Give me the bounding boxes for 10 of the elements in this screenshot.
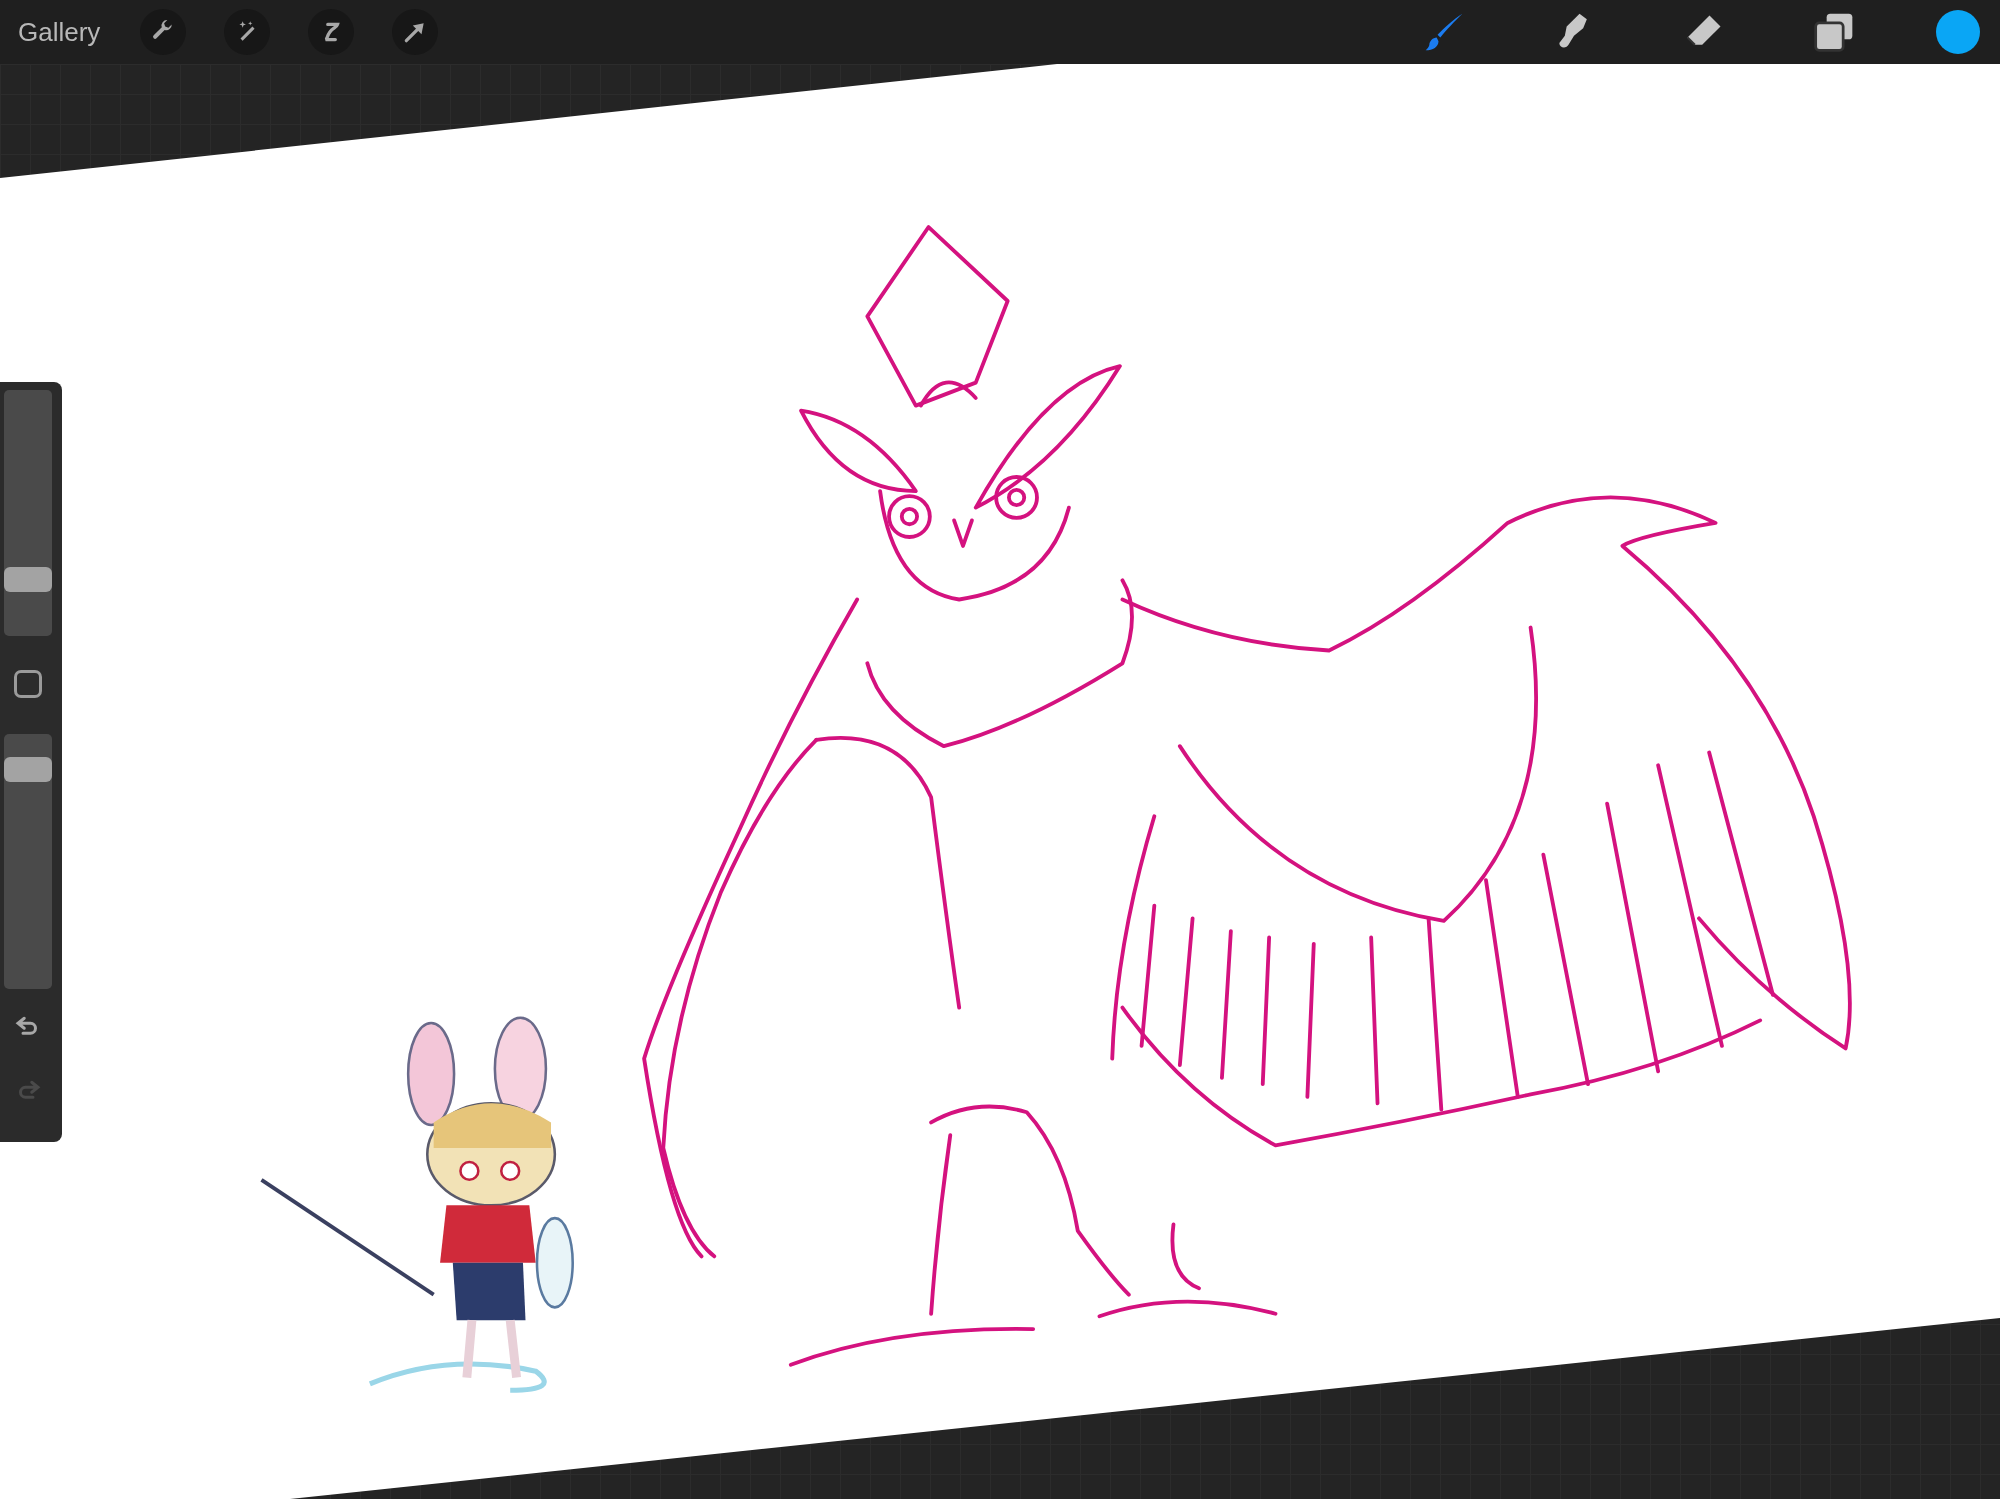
gallery-button[interactable]: Gallery: [18, 16, 101, 48]
brush-size-slider[interactable]: [4, 390, 52, 636]
slider-handle[interactable]: [4, 567, 52, 593]
opacity-slider[interactable]: [4, 734, 52, 989]
selection-icon[interactable]: [308, 9, 355, 55]
magic-wand-icon[interactable]: [224, 9, 271, 55]
modify-button[interactable]: [14, 670, 42, 698]
color-swatch[interactable]: [1936, 10, 1980, 54]
settings-icon[interactable]: [140, 9, 187, 55]
slider-handle[interactable]: [4, 757, 52, 783]
